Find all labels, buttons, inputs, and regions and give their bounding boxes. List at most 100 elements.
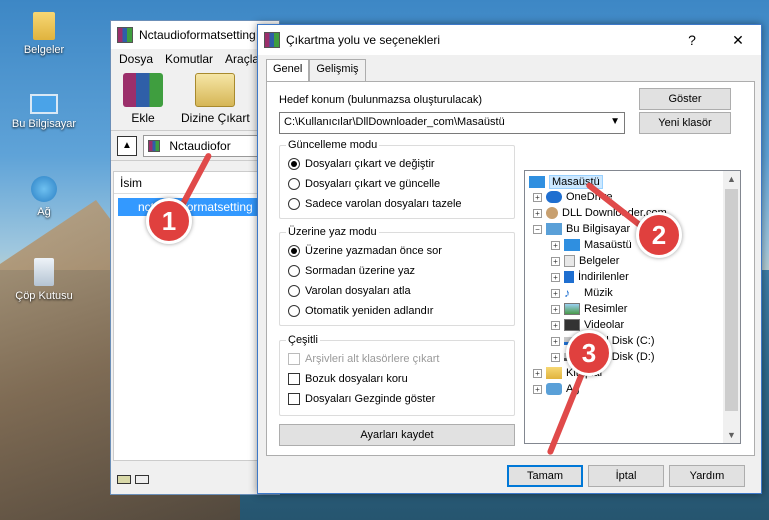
network-icon <box>31 176 57 202</box>
up-folder-button[interactable]: ▲ <box>117 135 137 156</box>
destination-label: Hedef konum (bulunmazsa oluşturulacak) <box>279 94 482 106</box>
tree-node-pictures[interactable]: + Resimler <box>551 303 627 315</box>
expand-icon[interactable]: + <box>533 192 542 202</box>
destination-path-value: C:\Kullanıcılar\DllDownloader_com\Masaüs… <box>284 116 505 128</box>
winrar-path-text: Nctaudiofor <box>169 138 231 153</box>
expand-icon[interactable]: + <box>551 320 560 330</box>
close-button[interactable]: ✕ <box>715 25 761 55</box>
show-button[interactable]: Göster <box>639 88 731 110</box>
winrar-file-list[interactable]: İsim nctaudioformatsetting <box>113 171 277 461</box>
checkbox <box>288 353 300 365</box>
network-icon <box>546 383 562 395</box>
tree-node-music[interactable]: + ♪ Müzik <box>551 287 613 299</box>
tree-node-label: Müzik <box>584 287 613 299</box>
overwrite-option-ask[interactable]: Üzerine yazmadan önce sor <box>288 245 442 257</box>
overwrite-option-rename[interactable]: Otomatik yeniden adlandır <box>288 305 433 317</box>
folder-tree[interactable]: Masaüstü + OneDrive + DLL Downloader.com… <box>524 170 741 444</box>
download-icon <box>564 271 574 283</box>
tree-node-this-pc[interactable]: − Bu Bilgisayar <box>533 223 630 235</box>
radio-button[interactable] <box>288 305 300 317</box>
radio-button[interactable] <box>288 285 300 297</box>
chevron-down-icon[interactable]: ▼ <box>610 116 620 127</box>
misc-option-keep-broken[interactable]: Bozuk dosyaları koru <box>288 373 408 385</box>
expand-icon[interactable]: + <box>551 240 560 250</box>
tree-node-pc-desktop[interactable]: + Masaüstü <box>551 239 632 251</box>
help-button[interactable]: Yardım <box>669 465 745 487</box>
radio-button[interactable] <box>288 158 300 170</box>
update-option-freshen[interactable]: Sadece varolan dosyaları tazele <box>288 198 462 210</box>
collapse-icon[interactable]: − <box>533 224 542 234</box>
computer-icon <box>30 94 58 114</box>
add-button[interactable]: Ekle <box>123 73 163 126</box>
option-label: Dosyaları çıkart ve güncelle <box>305 178 441 190</box>
tab-advanced[interactable]: Gelişmiş <box>309 59 366 81</box>
overwrite-mode-title: Üzerine yaz modu <box>286 226 379 238</box>
up-arrow-icon: ▲ <box>122 140 132 151</box>
scroll-up-icon[interactable]: ▲ <box>727 174 736 184</box>
overwrite-option-without-prompt[interactable]: Sormadan üzerine yaz <box>288 265 415 277</box>
menu-item-tools[interactable]: Araçla <box>225 52 259 66</box>
winrar-main-window[interactable]: Nctaudioformatsetting Dosya Komutlar Ara… <box>110 20 280 495</box>
extract-options-dialog[interactable]: Çıkartma yolu ve seçenekleri ? ✕ Genel G… <box>257 24 762 494</box>
overwrite-option-skip[interactable]: Varolan dosyaları atla <box>288 285 411 297</box>
radio-button[interactable] <box>288 245 300 257</box>
expand-icon[interactable]: + <box>551 272 560 282</box>
expand-icon[interactable]: + <box>551 256 560 266</box>
checkbox[interactable] <box>288 373 300 385</box>
documents-icon <box>564 255 575 267</box>
tab-general[interactable]: Genel <box>266 59 310 81</box>
expand-icon[interactable]: + <box>533 384 542 394</box>
new-folder-button[interactable]: Yeni klasör <box>639 112 731 134</box>
menu-item-file[interactable]: Dosya <box>119 52 153 66</box>
desktop-icon-label: Belgeler <box>23 44 65 56</box>
ok-button[interactable]: Tamam <box>507 465 583 487</box>
desktop-icon-documents[interactable]: Belgeler <box>8 12 80 56</box>
scroll-down-icon[interactable]: ▼ <box>727 430 736 440</box>
option-label: Bozuk dosyaları koru <box>305 373 408 385</box>
extract-to-button-label: Dizine Çıkart <box>181 111 250 125</box>
dialog-title: Çıkartma yolu ve seçenekleri <box>286 33 441 47</box>
update-option-extract-update[interactable]: Dosyaları çıkart ve güncelle <box>288 178 440 190</box>
expand-icon[interactable]: + <box>551 352 560 362</box>
add-button-label: Ekle <box>131 111 155 125</box>
tree-node-documents[interactable]: + Belgeler <box>551 255 619 267</box>
expand-icon[interactable]: + <box>533 208 542 218</box>
expand-icon[interactable]: + <box>533 368 542 378</box>
expand-icon[interactable]: + <box>551 336 560 346</box>
file-row[interactable]: nctaudioformatsetting <box>118 198 272 216</box>
misc-option-subfolders: Arşivleri alt klasörlere çıkart <box>288 353 439 365</box>
destination-path-combo[interactable]: C:\Kullanıcılar\DllDownloader_com\Masaüs… <box>279 112 625 134</box>
desktop-icon-network[interactable]: Ağ <box>8 176 80 218</box>
menu-item-commands[interactable]: Komutlar <box>165 52 213 66</box>
tree-node-label: Belgeler <box>579 255 620 267</box>
expand-icon[interactable]: + <box>551 304 560 314</box>
winrar-icon <box>264 32 280 48</box>
extract-to-button[interactable]: Dizine Çıkart <box>181 73 250 126</box>
desktop-icon-this-pc[interactable]: Bu Bilgisayar <box>8 94 80 130</box>
folder-icon <box>33 12 55 40</box>
checkbox[interactable] <box>288 393 300 405</box>
annotation-step-2-badge: 2 <box>636 212 682 258</box>
radio-button[interactable] <box>288 198 300 210</box>
radio-button[interactable] <box>288 265 300 277</box>
scroll-thumb[interactable] <box>725 189 738 411</box>
dialog-titlebar[interactable]: Çıkartma yolu ve seçenekleri ? ✕ <box>258 25 761 55</box>
winrar-titlebar[interactable]: Nctaudioformatsetting <box>111 21 279 49</box>
desktop-icon-recycle-bin[interactable]: Çöp Kutusu <box>8 258 80 302</box>
update-option-extract-replace[interactable]: Dosyaları çıkart ve değiştir <box>288 158 435 170</box>
annotation-step-3-badge: 3 <box>566 330 612 376</box>
update-mode-title: Güncelleme modu <box>286 139 380 151</box>
radio-button[interactable] <box>288 178 300 190</box>
save-settings-button[interactable]: Ayarları kaydet <box>279 424 515 446</box>
expand-icon[interactable]: + <box>551 288 560 298</box>
misc-option-show-in-explorer[interactable]: Dosyaları Gezginde göster <box>288 393 435 405</box>
cancel-button[interactable]: İptal <box>588 465 664 487</box>
winrar-icon <box>117 27 133 43</box>
tree-node-downloads[interactable]: + İndirilenler <box>551 271 629 283</box>
extract-folder-icon <box>195 73 236 107</box>
help-title-button[interactable]: ? <box>669 25 715 55</box>
tree-node-label: Resimler <box>584 303 628 315</box>
tree-scrollbar[interactable]: ▲ ▼ <box>723 171 740 443</box>
drive-icon <box>117 474 131 484</box>
winrar-pathbar: ▲ Nctaudiofor <box>111 131 279 161</box>
